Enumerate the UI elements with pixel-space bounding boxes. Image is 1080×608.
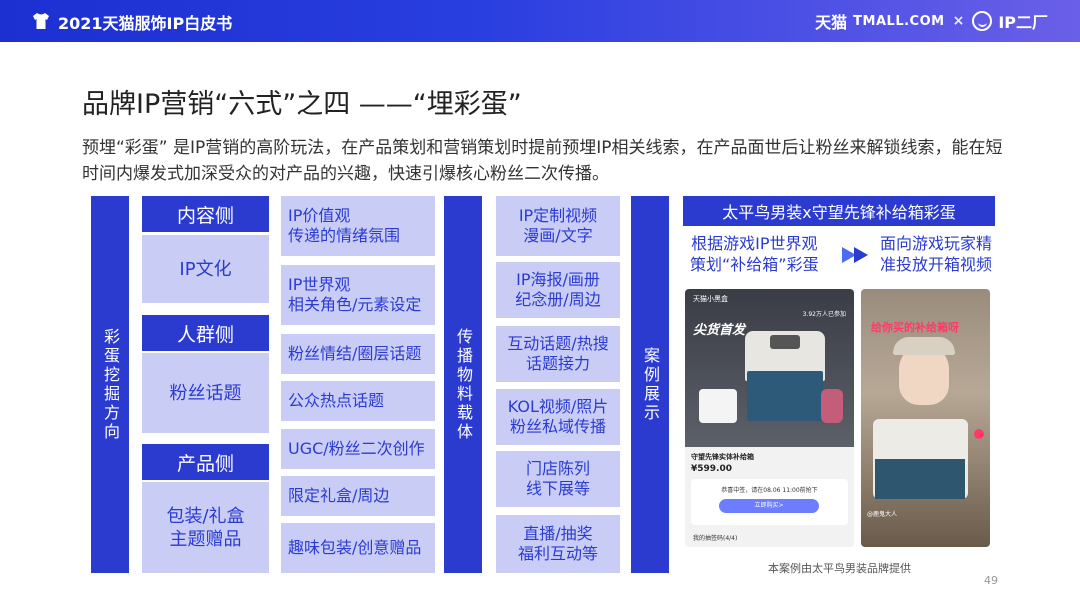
tmall-url: TMALL.COM	[853, 13, 945, 29]
person-cap	[893, 337, 955, 355]
page-number: 49	[984, 574, 998, 587]
case-display-label: 案例展示	[631, 196, 669, 573]
video-screenshot: 给你买的补给箱呀 @鹿鬼大人	[861, 289, 990, 547]
category-body-product: 包装/礼盒 主题赠品	[142, 482, 269, 573]
media-cell: IP定制视频 漫画/文字	[496, 196, 620, 256]
sweatshirt-image	[699, 389, 737, 423]
tmall-logo: 天猫	[815, 13, 848, 32]
direction-cell: 粉丝情结/圈层话题	[281, 334, 435, 374]
egg-direction-label: 彩蛋挖掘方向	[91, 196, 129, 573]
brand-logos: 天猫 TMALL.COM × IP二厂	[815, 9, 1048, 33]
product-name: 守望先锋实体补给箱	[691, 453, 754, 461]
direction-cell: UGC/粉丝二次创作	[281, 429, 435, 469]
media-cell: 直播/抽奖 福利互动等	[496, 515, 620, 573]
participants: 3.92万人已参加	[802, 311, 846, 318]
figure-image	[821, 389, 843, 423]
ip-factory-logo: IP二厂	[998, 13, 1048, 32]
media-cell: 互动话题/热搜 话题接力	[496, 326, 620, 382]
category-body-content: IP文化	[142, 235, 269, 303]
product-price: ¥599.00	[691, 464, 732, 474]
double-arrow-icon	[842, 247, 868, 263]
media-cell: IP海报/画册 纪念册/周边	[496, 262, 620, 318]
header-bar: 2021天猫服饰IP白皮书 天猫 TMALL.COM × IP二厂	[0, 0, 1080, 42]
category-body-audience: 粉丝话题	[142, 353, 269, 433]
report-title: 2021天猫服饰IP白皮书	[58, 14, 233, 33]
category-head-content: 内容侧	[142, 196, 269, 232]
ip-factory-icon	[972, 11, 993, 31]
case-delivery-text: 面向游戏玩家精 准投放开箱视频	[880, 234, 993, 274]
category-head-audience: 人群侧	[142, 315, 269, 351]
video-author: @鹿鬼大人	[867, 511, 898, 518]
direction-cell: 趣味包装/创意赠品	[281, 523, 435, 573]
box-handle	[770, 335, 800, 349]
direction-cell: IP世界观 相关角色/元素设定	[281, 265, 435, 325]
buy-now-button[interactable]: 立即购买>	[719, 499, 819, 513]
launch-badge: 尖货首发	[693, 323, 746, 338]
media-cell: KOL视频/照片 粉丝私域传播	[496, 389, 620, 445]
product-screenshot: 天猫小黑盒 3.92万人已参加 尖货首发 守望先锋实体补给箱 ¥599.00 恭…	[685, 289, 854, 547]
tshirt-icon	[33, 13, 49, 29]
supply-box-video-body	[875, 459, 965, 499]
supply-box-body	[747, 371, 823, 421]
lottery-codes: 我的抽签码(4/4)	[693, 535, 738, 542]
direction-cell: 限定礼盒/周边	[281, 476, 435, 516]
media-carrier-label: 传播物料载体	[444, 196, 482, 573]
video-overlay-text: 给你买的补给箱呀	[871, 321, 959, 334]
intro-paragraph: 预埋“彩蛋” 是IP营销的高阶玩法，在产品策划和营销策划时提前预埋IP相关线索，…	[82, 138, 1003, 184]
case-caption: 本案例由太平鸟男装品牌提供	[768, 562, 911, 575]
store-name: 天猫小黑盒	[693, 295, 728, 303]
case-strategy-text: 根据游戏IP世界观 策划“补给箱”彩蛋	[690, 234, 819, 274]
direction-cell: 公众热点话题	[281, 381, 435, 421]
cross-symbol: ×	[952, 13, 965, 29]
like-icon[interactable]	[974, 429, 984, 439]
media-cell: 门店陈列 线下展等	[496, 451, 620, 507]
case-heading: 太平鸟男装x守望先锋补给箱彩蛋	[683, 196, 995, 226]
direction-cell: IP价值观 传递的情绪氛围	[281, 196, 435, 256]
win-notice: 恭喜中签，请在08.06 11:00前抢下	[721, 487, 818, 494]
page-title: 品牌IP营销“六式”之四 ——“埋彩蛋”	[82, 89, 522, 120]
category-head-product: 产品侧	[142, 444, 269, 480]
